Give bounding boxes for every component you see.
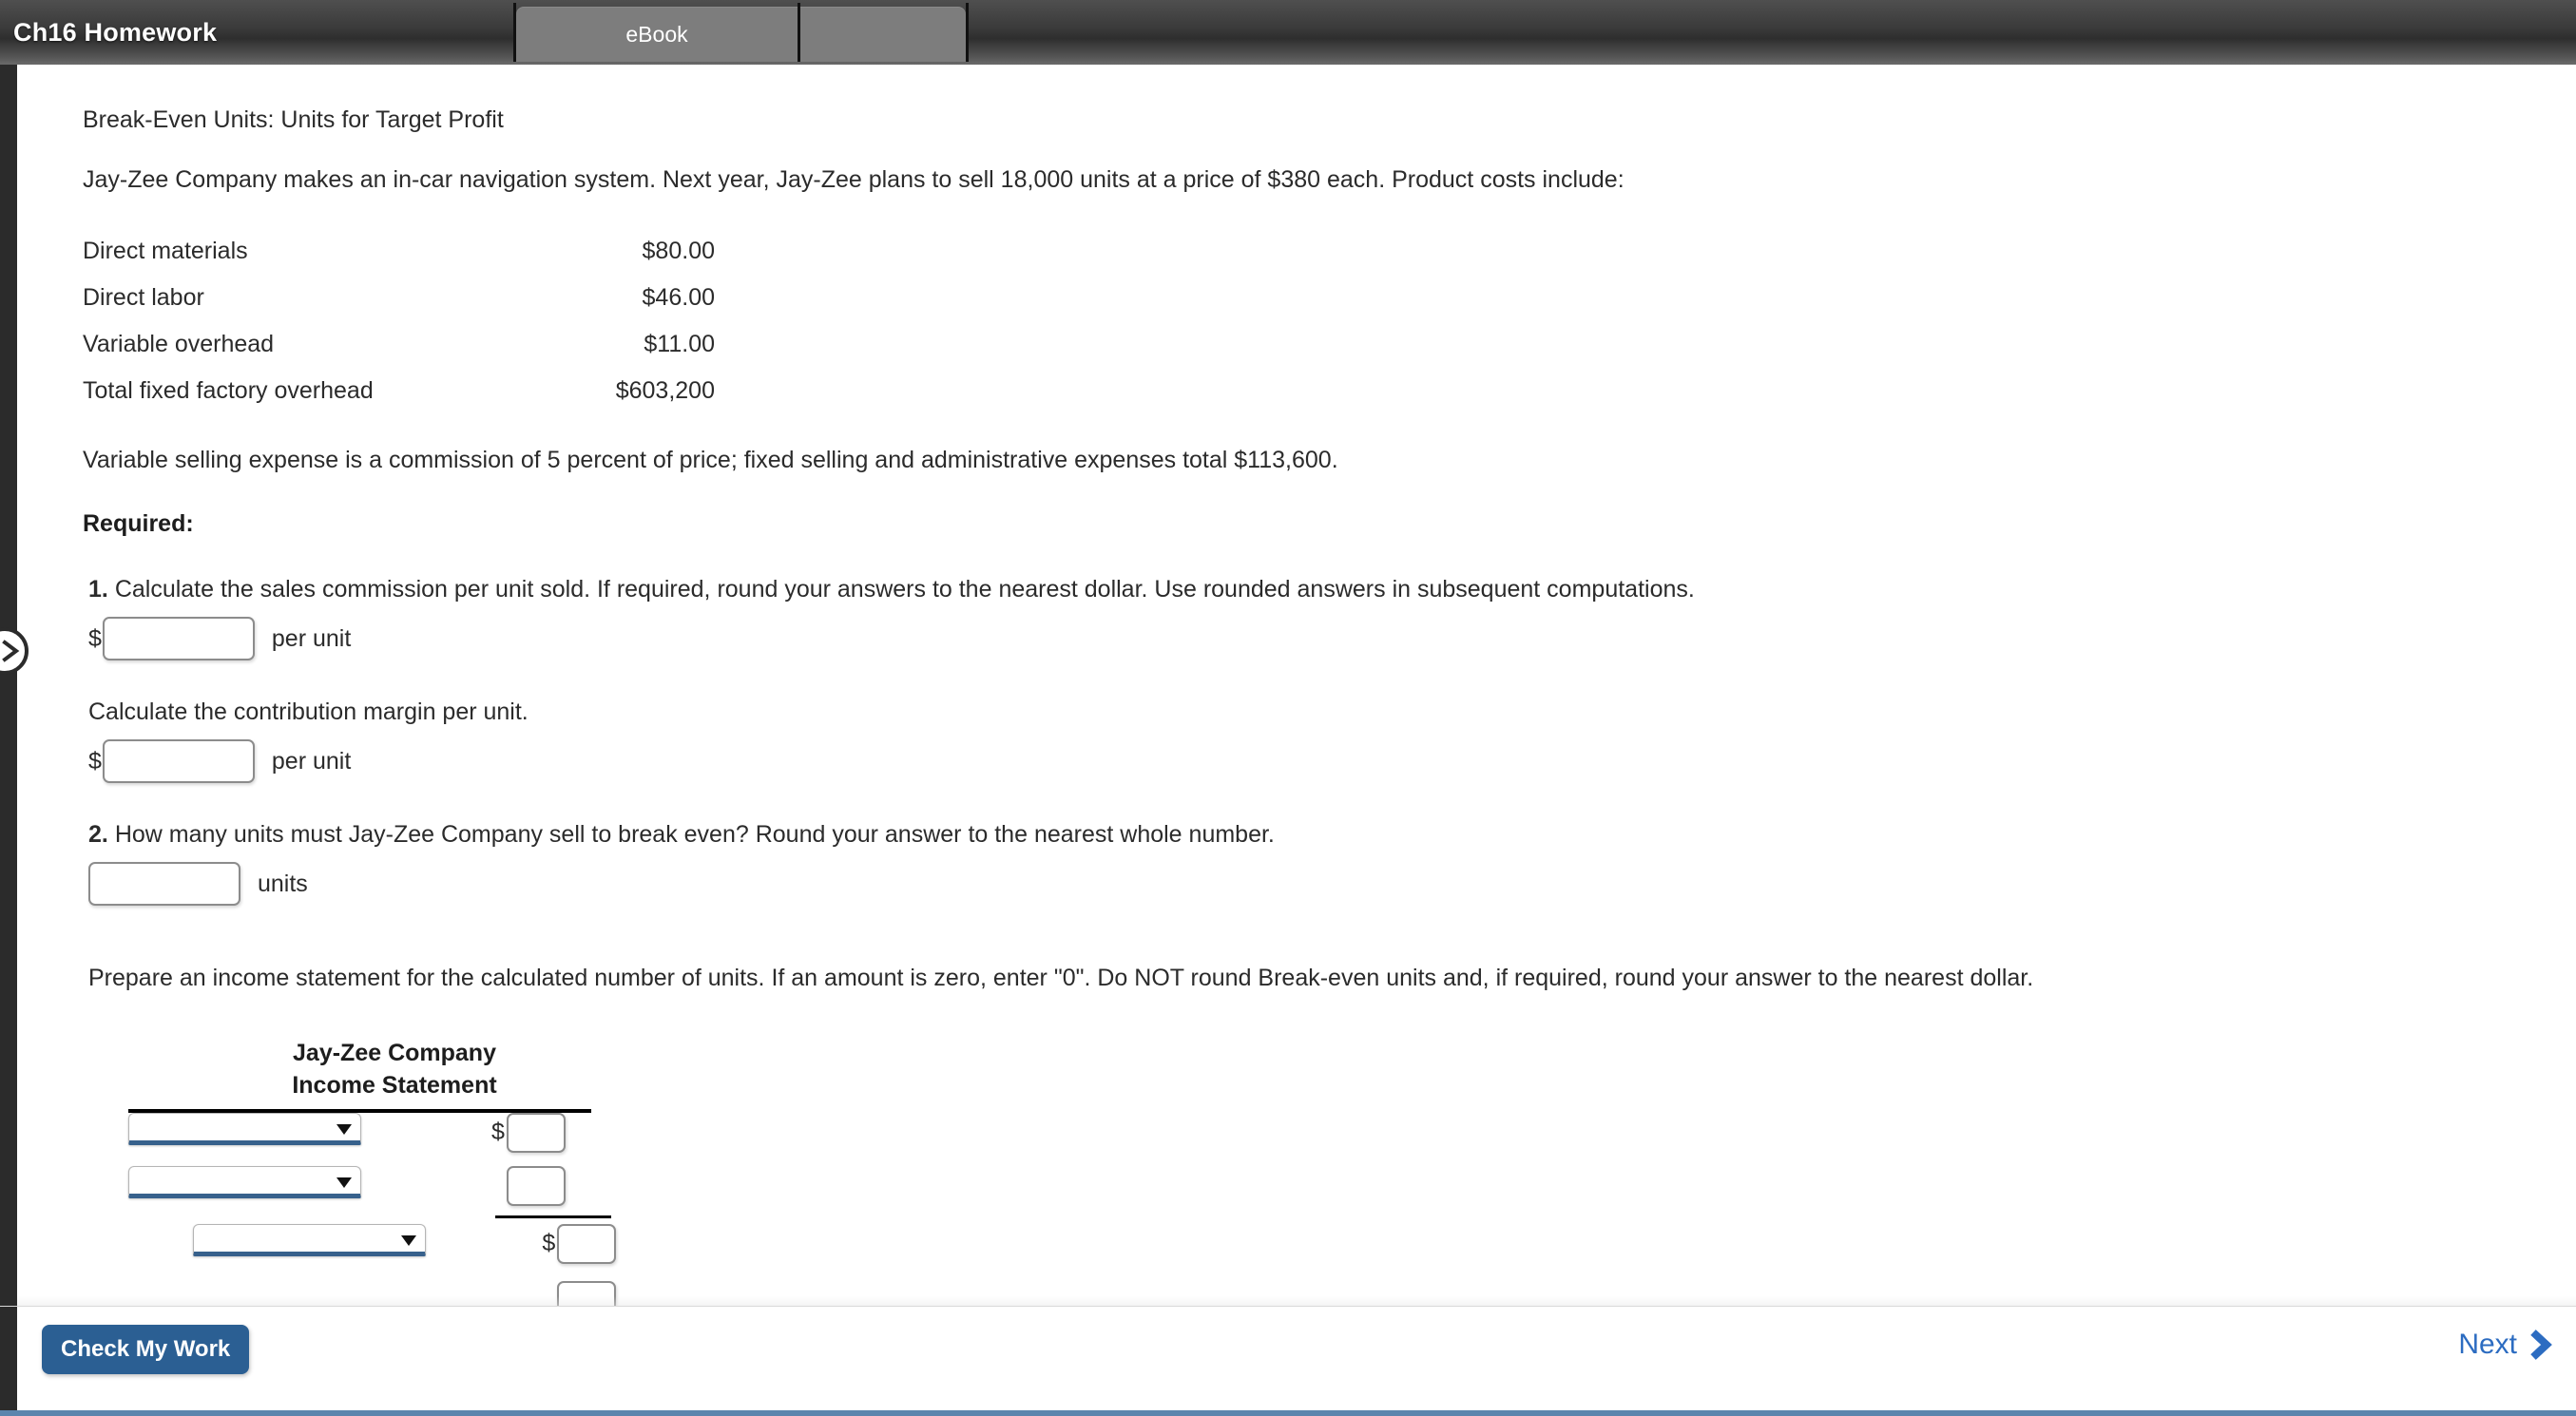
part-1-text: Calculate the sales commission per unit … — [114, 576, 1695, 603]
part-2-prompt: 2. How many units must Jay-Zee Company s… — [88, 821, 2576, 849]
part-2-text: How many units must Jay-Zee Company sell… — [114, 821, 1275, 848]
income-statement-company: Jay-Zee Company — [293, 1040, 496, 1066]
left-rail — [0, 65, 17, 1306]
per-unit-label: per unit — [271, 624, 352, 652]
break-even-units-input[interactable] — [88, 862, 240, 906]
table-row: Direct materials $80.00 — [83, 228, 715, 275]
tab-blank[interactable] — [800, 7, 966, 62]
cost-label: Direct materials — [83, 238, 248, 264]
line-item-cell — [128, 1165, 471, 1198]
dollar-sign: $ — [491, 1118, 505, 1145]
dollar-sign: $ — [88, 747, 102, 775]
line-item-select-wrap[interactable] — [193, 1223, 426, 1256]
income-statement: Jay-Zee Company Income Statement $ $ — [128, 1038, 661, 1306]
next-label: Next — [2458, 1329, 2517, 1360]
tab-strip: eBook — [513, 3, 969, 64]
product-cost-table: Direct materials $80.00 Direct labor $46… — [83, 228, 715, 414]
cost-label: Total fixed factory overhead — [83, 377, 374, 404]
top-header-bar: Ch16 Homework eBook — [0, 0, 2576, 65]
sales-commission-input[interactable] — [102, 617, 255, 660]
table-row: Total fixed factory overhead $603,200 — [83, 368, 715, 414]
part-1-answer-row: $ per unit — [88, 617, 2576, 660]
part-1-block: 1. Calculate the sales commission per un… — [88, 576, 2576, 783]
check-my-work-button[interactable]: Check My Work — [42, 1325, 250, 1374]
topic-heading: Break-Even Units: Units for Target Profi… — [83, 106, 504, 133]
page-title: Ch16 Homework — [13, 17, 218, 47]
app-root: Ch16 Homework eBook Break-Even Units: Un… — [0, 0, 2576, 1416]
income-line-select-3[interactable] — [193, 1223, 426, 1256]
question-content: Break-Even Units: Units for Target Profi… — [17, 65, 2576, 1306]
part-1-prompt: 1. Calculate the sales commission per un… — [88, 576, 2576, 603]
prepare-statement-instructions: Prepare an income statement for the calc… — [88, 965, 2034, 991]
table-row: Variable overhead $11.00 — [83, 321, 715, 368]
part-2-block: 2. How many units must Jay-Zee Company s… — [88, 821, 2576, 906]
cost-amount: $603,200 — [615, 377, 715, 404]
part-1-number: 1. — [88, 576, 108, 603]
line-item-cell — [193, 1223, 521, 1256]
table-row: $ — [128, 1280, 661, 1306]
chevron-right-icon — [2528, 1328, 2553, 1362]
dollar-sign: $ — [88, 624, 102, 652]
amount-cell: $ — [542, 1280, 661, 1306]
footer-bar: Check My Work Next — [0, 1306, 2576, 1411]
table-row: Direct labor $46.00 — [83, 275, 715, 321]
cost-label: Direct labor — [83, 284, 204, 311]
cost-amount: $11.00 — [644, 331, 715, 357]
subtotal-rule — [495, 1215, 611, 1218]
intro-paragraph: Jay-Zee Company makes an in-car navigati… — [83, 166, 1624, 193]
next-button[interactable]: Next — [2458, 1328, 2553, 1362]
line-item-select-wrap[interactable] — [128, 1112, 361, 1145]
contribution-margin-input[interactable] — [102, 739, 255, 783]
dollar-sign: $ — [542, 1229, 556, 1256]
line-item-cell — [128, 1112, 471, 1145]
content-scroll-region[interactable]: Break-Even Units: Units for Target Profi… — [0, 65, 2576, 1306]
selling-expense-note: Variable selling expense is a commission… — [83, 447, 1338, 473]
table-row: $ — [128, 1112, 661, 1166]
tab-ebook[interactable]: eBook — [516, 7, 798, 62]
income-line-select-1[interactable] — [128, 1112, 361, 1145]
contribution-margin-answer-row: $ per unit — [88, 739, 2576, 783]
units-label: units — [258, 870, 308, 897]
required-label: Required: — [83, 510, 194, 537]
footer-left-rail — [0, 1307, 17, 1411]
page-bottom-accent-bar — [0, 1410, 2576, 1416]
cost-amount: $46.00 — [642, 284, 715, 311]
amount-cell: $ — [491, 1112, 615, 1153]
per-unit-label: per unit — [271, 747, 352, 775]
cost-amount: $80.00 — [642, 238, 715, 264]
tab-separator-right — [966, 3, 969, 62]
part-2-number: 2. — [88, 821, 108, 848]
cost-label: Variable overhead — [83, 331, 275, 357]
income-amount-input-1[interactable] — [507, 1112, 566, 1153]
income-amount-input-2[interactable] — [507, 1165, 566, 1206]
contribution-margin-prompt: Calculate the contribution margin per un… — [88, 698, 529, 725]
income-statement-title: Income Statement — [292, 1071, 497, 1099]
amount-cell: $ — [491, 1165, 615, 1206]
amount-cell: $ — [542, 1223, 661, 1264]
income-amount-input-4[interactable] — [557, 1280, 617, 1306]
table-row: $ — [128, 1223, 661, 1277]
line-item-select-wrap[interactable] — [128, 1165, 361, 1198]
income-amount-input-3[interactable] — [557, 1223, 617, 1264]
table-row: $ — [128, 1165, 661, 1219]
income-line-select-2[interactable] — [128, 1165, 361, 1198]
part-2-answer-row: units — [88, 862, 2576, 906]
